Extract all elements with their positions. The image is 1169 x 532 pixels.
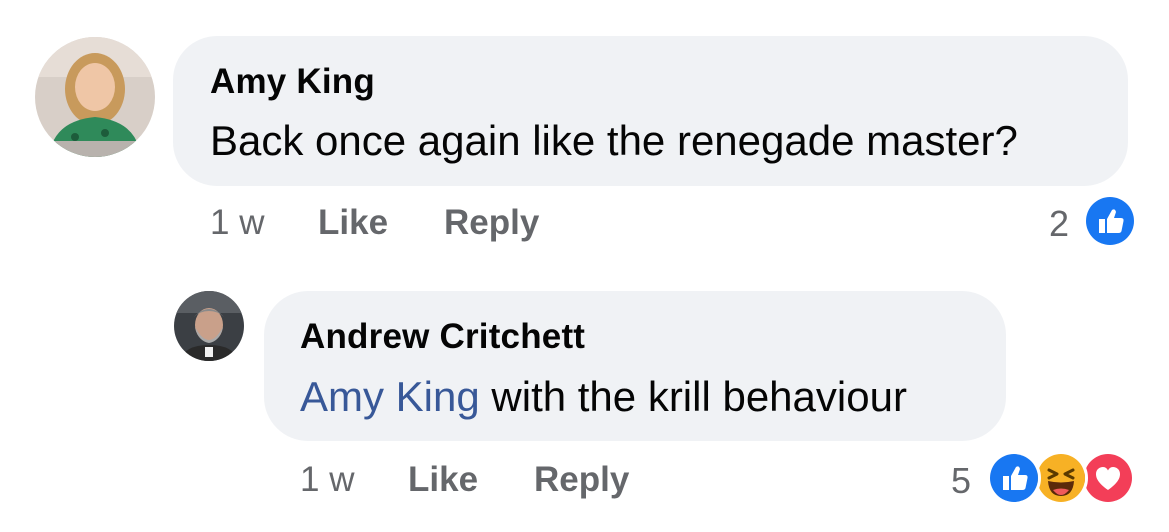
- comment-text: Back once again like the renegade master…: [210, 117, 1018, 164]
- haha-reaction-icon: [1034, 451, 1088, 505]
- reaction-count: 2: [1049, 203, 1070, 244]
- avatar[interactable]: [174, 291, 244, 361]
- mention-link[interactable]: Amy King: [300, 373, 480, 420]
- reaction-count: 5: [951, 460, 972, 501]
- like-reaction-icon: [987, 451, 1041, 505]
- profile-photo-icon: [174, 291, 244, 361]
- like-button[interactable]: Like: [408, 460, 478, 500]
- like-reaction-icon: [1083, 194, 1137, 248]
- like-button[interactable]: Like: [318, 203, 388, 243]
- reply-timestamp[interactable]: 1 w: [300, 460, 354, 500]
- love-reaction-icon: [1081, 451, 1135, 505]
- reply-button[interactable]: Reply: [444, 203, 539, 243]
- profile-photo-icon: [35, 37, 155, 157]
- comment-timestamp[interactable]: 1 w: [210, 203, 264, 243]
- reply-text: Amy King with the krill behaviour: [300, 373, 907, 421]
- reply-text-body: with the krill behaviour: [479, 373, 907, 420]
- avatar[interactable]: [35, 37, 155, 157]
- comment-author[interactable]: Amy King: [210, 62, 375, 102]
- reply-button[interactable]: Reply: [534, 460, 629, 500]
- reply-author[interactable]: Andrew Critchett: [300, 317, 585, 357]
